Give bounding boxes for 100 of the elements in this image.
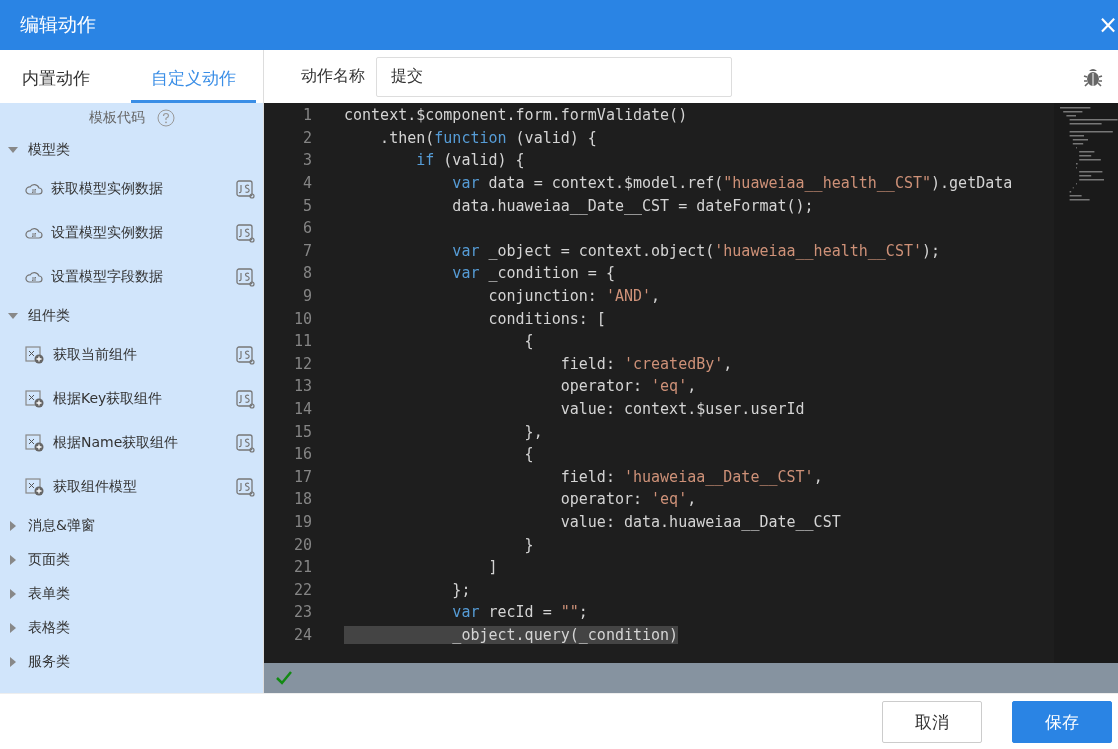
code-line: field: 'huaweiaa__Date__CST',: [559, 467, 823, 486]
caret-icon: [10, 623, 16, 633]
window-title: 编辑动作: [20, 12, 96, 37]
cloud-icon: [25, 225, 43, 241]
code-line: operator: 'eq',: [559, 490, 697, 509]
save-button[interactable]: 保存: [1012, 701, 1112, 743]
code-line: };: [451, 580, 471, 599]
line-number: 21: [292, 558, 313, 577]
code-line: {: [523, 445, 534, 464]
line-number: 1: [301, 106, 313, 125]
category-toggle[interactable]: 模型类: [0, 133, 263, 167]
line-number: 17: [292, 467, 313, 486]
code-line: field: 'createdBy',: [559, 354, 733, 373]
js-file-icon[interactable]: [236, 477, 255, 497]
template-item[interactable]: 设置模型实例数据: [0, 211, 263, 255]
js-file-icon[interactable]: [236, 345, 255, 365]
code-line: {: [523, 332, 534, 351]
caret-icon: [8, 313, 18, 319]
template-item[interactable]: 根据Key获取组件: [0, 377, 263, 421]
line-number: 24: [292, 625, 313, 644]
line-number: 12: [292, 354, 313, 373]
caret-icon: [10, 657, 16, 667]
line-number: 11: [292, 332, 313, 351]
line-number: 5: [301, 196, 313, 215]
line-number: 9: [301, 287, 313, 306]
minimap-drawing[interactable]: [1054, 103, 1118, 663]
cloud-icon: [25, 269, 43, 285]
caret-icon: [10, 555, 16, 565]
help-icon[interactable]: [156, 109, 175, 127]
js-file-icon[interactable]: [236, 223, 255, 243]
category-label: 组件类: [28, 307, 70, 325]
template-item[interactable]: 根据Name获取组件: [0, 421, 263, 465]
line-number: 19: [292, 513, 313, 531]
category-toggle[interactable]: 表单类: [0, 577, 263, 611]
code-line: if (valid) {: [415, 151, 525, 170]
close-button[interactable]: ×: [1097, 13, 1118, 37]
caret-icon: [10, 589, 16, 599]
caret-icon: [8, 147, 18, 153]
code-line: },: [523, 422, 543, 441]
check-icon: [276, 671, 292, 685]
code-line: var recId = "";: [451, 603, 588, 622]
template-item[interactable]: 获取模型实例数据: [0, 167, 263, 211]
code-line: value: data.huaweiaa__Date__CST: [559, 513, 841, 531]
category-toggle[interactable]: 服务类: [0, 645, 263, 679]
template-label: 设置模型实例数据: [51, 224, 164, 242]
code-line: conditions: [: [487, 309, 606, 328]
code-line: .then(function (valid) {: [379, 128, 597, 147]
category-label: 表格类: [28, 619, 70, 637]
code-line: context.$component.form.formValidate(): [344, 106, 688, 125]
cancel-button[interactable]: 取消: [882, 701, 982, 743]
template-label: 根据Key获取组件: [53, 390, 164, 408]
action-name-field[interactable]: 提交: [376, 56, 732, 97]
variable-plus-icon: [25, 346, 45, 364]
category-label: 服务类: [28, 653, 70, 671]
js-file-icon[interactable]: [236, 433, 255, 453]
caret-icon: [10, 521, 16, 531]
variable-plus-icon: [25, 478, 45, 496]
cloud-icon: [25, 181, 43, 197]
code-line: var _object = context.object('huaweiaa__health__CST');: [451, 241, 941, 260]
section-heading: 模板代码: [88, 109, 145, 127]
template-item[interactable]: 获取当前组件: [0, 333, 263, 377]
line-number: 6: [301, 219, 313, 238]
code-line: var data = context.$model.ref("huaweiaa__health__CST").getData: [451, 174, 1013, 193]
template-label: 设置模型字段数据: [51, 268, 164, 286]
line-number: 18: [292, 490, 313, 509]
code-line: }: [523, 535, 534, 554]
category-toggle[interactable]: 表格类: [0, 611, 263, 645]
template-item[interactable]: 获取组件模型: [0, 465, 263, 509]
line-number: 16: [292, 445, 313, 464]
field-label: 动作名称: [301, 66, 365, 87]
code-line: value: context.$user.userId: [559, 400, 805, 418]
category-label: 表单类: [28, 585, 70, 603]
code-line: operator: 'eq',: [559, 377, 697, 396]
template-item[interactable]: 设置模型字段数据: [0, 255, 263, 299]
template-label: 根据Name获取组件: [53, 434, 180, 452]
category-toggle[interactable]: 页面类: [0, 543, 263, 577]
line-number: 8: [301, 264, 313, 283]
line-number: 7: [301, 241, 313, 260]
category-label: 页面类: [28, 551, 70, 569]
template-label: 获取组件模型: [53, 478, 138, 496]
line-number: 13: [292, 377, 313, 396]
category-toggle[interactable]: 消息&弹窗: [0, 509, 263, 543]
category-label: 消息&弹窗: [28, 517, 95, 535]
code-line: ]: [487, 558, 498, 577]
js-file-icon[interactable]: [236, 179, 255, 199]
line-number: 4: [301, 174, 313, 193]
js-file-icon[interactable]: [236, 389, 255, 409]
variable-plus-icon: [25, 390, 45, 408]
js-file-icon[interactable]: [236, 267, 255, 287]
code-line: data.huaweiaa__Date__CST = dateFormat();: [451, 196, 814, 215]
template-label: 获取当前组件: [53, 346, 138, 364]
template-label: 获取模型实例数据: [51, 180, 164, 198]
line-number: 3: [301, 151, 313, 170]
code-editor[interactable]: [264, 103, 1118, 663]
tab[interactable]: 内置动作: [22, 67, 131, 103]
category-toggle[interactable]: 组件类: [0, 299, 263, 333]
line-number: 23: [292, 603, 313, 622]
code-line: conjunction: 'AND',: [487, 287, 661, 306]
code-line: var _condition = {: [451, 264, 615, 283]
line-number: 14: [292, 400, 313, 418]
